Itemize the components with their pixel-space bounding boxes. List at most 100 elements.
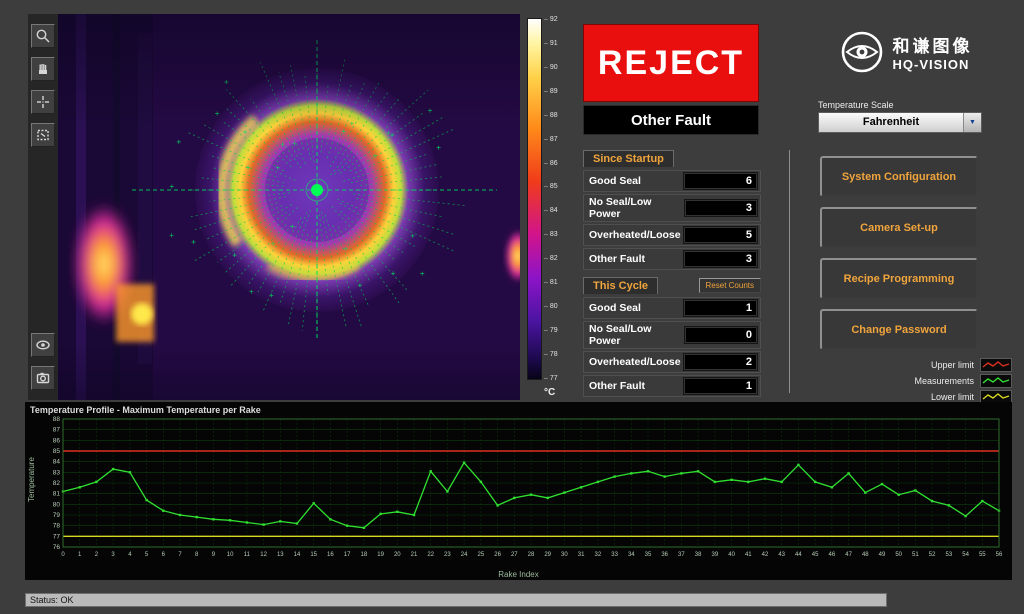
temperature-scale-value: Fahrenheit	[819, 113, 963, 132]
svg-text:21: 21	[411, 552, 418, 558]
status-bar: Status: OK	[25, 593, 887, 607]
counter-row-good-seal: Good Seal 1	[583, 297, 761, 319]
svg-text:49: 49	[879, 552, 886, 558]
svg-text:48: 48	[862, 552, 869, 558]
reset-counts-button[interactable]: Reset Counts	[699, 278, 761, 293]
region-select-icon	[35, 127, 51, 143]
svg-text:23: 23	[444, 552, 451, 558]
counter-row-good-seal: Good Seal 6	[583, 170, 761, 192]
svg-text:36: 36	[661, 552, 668, 558]
change-password-button[interactable]: Change Password	[820, 309, 978, 350]
svg-text:46: 46	[829, 552, 836, 558]
svg-text:79: 79	[53, 512, 61, 519]
svg-text:88: 88	[53, 416, 61, 423]
svg-text:9: 9	[212, 552, 216, 558]
chart-x-axis-label: Rake Index	[25, 570, 1012, 579]
svg-text:37: 37	[678, 552, 685, 558]
svg-text:47: 47	[845, 552, 852, 558]
since-startup-title: Since Startup	[583, 150, 674, 167]
svg-text:1: 1	[78, 552, 82, 558]
svg-text:86: 86	[53, 437, 61, 444]
svg-text:14: 14	[294, 552, 301, 558]
svg-text:4: 4	[128, 552, 132, 558]
svg-text:43: 43	[778, 552, 785, 558]
svg-text:24: 24	[461, 552, 468, 558]
svg-text:40: 40	[728, 552, 735, 558]
eye-icon	[35, 337, 51, 353]
thermal-image[interactable]	[58, 14, 520, 400]
palette-tool-button[interactable]	[31, 333, 55, 357]
counter-row-overheated: Overheated/Loose 2	[583, 351, 761, 373]
crosshair-tool-button[interactable]	[31, 90, 55, 114]
color-scale-unit: °C	[544, 387, 555, 398]
svg-text:29: 29	[544, 552, 551, 558]
svg-text:78: 78	[53, 523, 61, 530]
svg-text:39: 39	[712, 552, 719, 558]
svg-text:13: 13	[277, 552, 284, 558]
counter-value: 2	[683, 353, 758, 371]
verdict-banner: REJECT	[583, 24, 759, 102]
region-select-tool-button[interactable]	[31, 123, 55, 147]
svg-text:5: 5	[145, 552, 149, 558]
svg-text:32: 32	[595, 552, 602, 558]
recipe-programming-button[interactable]: Recipe Programming	[820, 258, 978, 299]
app-window: 92919089888786858483828180797877 °C REJE…	[0, 0, 1024, 614]
counter-row-other-fault: Other Fault 3	[583, 248, 761, 270]
legend-measurements: Measurements	[880, 374, 1012, 388]
counter-row-no-seal: No Seal/Low Power 3	[583, 194, 761, 222]
image-toolbar	[28, 14, 58, 400]
chart-legend: Upper limit Measurements Lower limit	[880, 358, 1012, 404]
brand-name-cn: 和谦图像	[893, 32, 973, 57]
svg-text:22: 22	[427, 552, 434, 558]
this-cycle-panel: This Cycle Reset Counts Good Seal 1 No S…	[583, 277, 761, 399]
hand-icon	[35, 61, 51, 77]
svg-text:7: 7	[178, 552, 182, 558]
system-configuration-button[interactable]: System Configuration	[820, 156, 978, 197]
svg-text:18: 18	[361, 552, 368, 558]
counter-value: 1	[683, 377, 758, 395]
upper-limit-swatch	[980, 358, 1012, 372]
camera-setup-button[interactable]: Camera Set-up	[820, 207, 978, 248]
svg-text:35: 35	[645, 552, 652, 558]
svg-text:53: 53	[946, 552, 953, 558]
temperature-scale-label: Temperature Scale	[818, 100, 894, 110]
chevron-down-icon[interactable]: ▼	[963, 113, 981, 132]
brand-logo: 和谦图像 HQ-VISION	[806, 30, 1006, 74]
svg-text:80: 80	[53, 501, 61, 508]
measurements-swatch	[980, 374, 1012, 388]
svg-text:19: 19	[377, 552, 384, 558]
svg-text:55: 55	[979, 552, 986, 558]
svg-text:83: 83	[53, 469, 61, 476]
counter-row-overheated: Overheated/Loose 5	[583, 224, 761, 246]
hq-vision-logo-icon	[840, 30, 884, 74]
svg-text:76: 76	[53, 544, 61, 551]
temperature-scale-dropdown[interactable]: Fahrenheit ▼	[818, 112, 982, 133]
svg-text:54: 54	[962, 552, 969, 558]
svg-text:82: 82	[53, 480, 61, 487]
svg-text:27: 27	[511, 552, 518, 558]
thermal-image-svg	[58, 14, 520, 400]
svg-text:16: 16	[327, 552, 334, 558]
svg-text:85: 85	[53, 448, 61, 455]
svg-text:0: 0	[61, 552, 65, 558]
svg-text:77: 77	[53, 533, 61, 540]
svg-text:42: 42	[762, 552, 769, 558]
color-scale-bar	[527, 18, 542, 380]
pan-tool-button[interactable]	[31, 57, 55, 81]
counter-row-other-fault: Other Fault 1	[583, 375, 761, 397]
fault-label: Other Fault	[583, 105, 759, 135]
counter-value: 1	[683, 299, 758, 317]
svg-text:6: 6	[162, 552, 166, 558]
result-panel: REJECT Other Fault	[583, 24, 759, 135]
counter-value: 3	[683, 250, 758, 268]
counter-value: 6	[683, 172, 758, 190]
svg-text:17: 17	[344, 552, 351, 558]
temperature-profile-chart: Temperature Profile - Maximum Temperatur…	[25, 402, 1012, 580]
svg-text:20: 20	[394, 552, 401, 558]
svg-text:87: 87	[53, 427, 61, 434]
svg-text:15: 15	[310, 552, 317, 558]
zoom-icon	[35, 28, 51, 44]
zoom-tool-button[interactable]	[31, 24, 55, 48]
since-startup-panel: Since Startup Good Seal 6 No Seal/Low Po…	[583, 150, 761, 272]
snapshot-tool-button[interactable]	[31, 366, 55, 390]
